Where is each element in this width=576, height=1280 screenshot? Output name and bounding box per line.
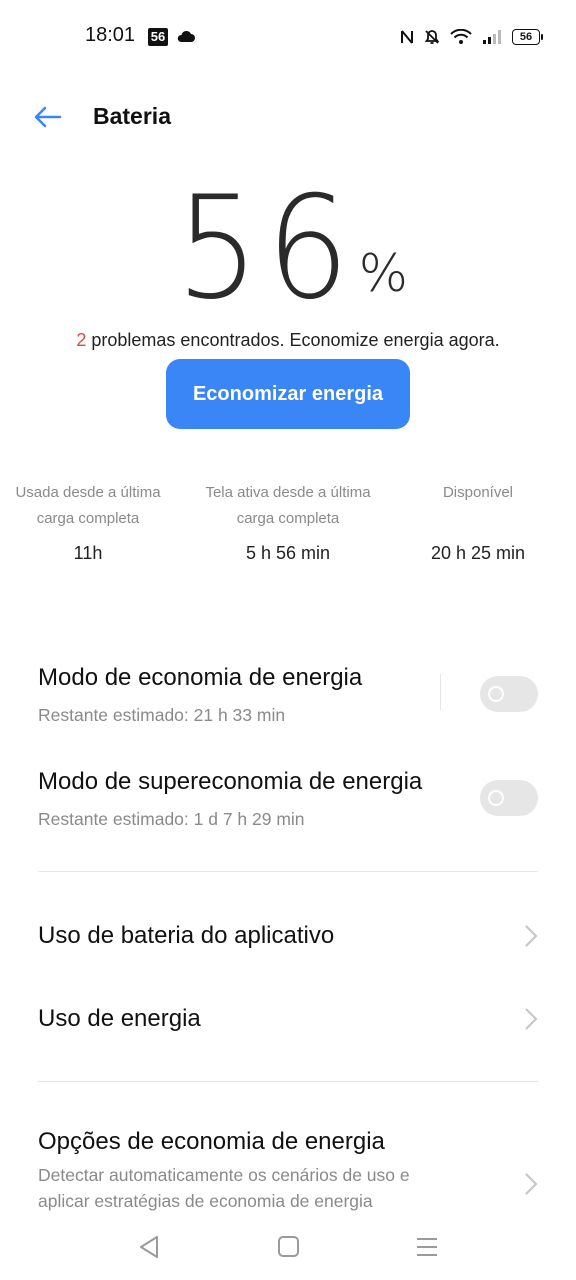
back-arrow-icon: [34, 106, 62, 128]
stat-used-since-charge: Usada desde a última carga completa 11h: [0, 480, 183, 563]
power-saving-options-row[interactable]: Opções de economia de energia Detectar a…: [38, 1128, 538, 1212]
back-nav-icon: [140, 1236, 158, 1258]
network-badge: 56: [148, 28, 168, 46]
home-nav-icon: [278, 1236, 299, 1257]
nfc-icon: [401, 30, 413, 44]
divider: [38, 1081, 538, 1082]
nav-recents-button[interactable]: [412, 1232, 442, 1262]
back-button[interactable]: [30, 100, 70, 136]
app-battery-usage-row[interactable]: Uso de bateria do aplicativo: [38, 922, 538, 954]
cloud-icon: [177, 30, 195, 42]
row-subtitle: Detectar automaticamente os cenários de …: [38, 1165, 410, 1211]
nav-home-button[interactable]: [274, 1232, 304, 1262]
power-saving-mode-row[interactable]: Modo de economia de energia Restante est…: [38, 664, 538, 730]
battery-icon: 56: [512, 29, 543, 45]
wifi-icon: [450, 29, 472, 44]
separator: [440, 674, 441, 710]
chevron-right-icon: [525, 1173, 538, 1195]
signal-icon: [483, 30, 501, 44]
stat-available: Disponível 20 h 25 min: [383, 480, 573, 563]
stat-value: 5 h 56 min: [245, 543, 331, 563]
toggle-knob: [488, 686, 504, 702]
stat-screen-on: Tela ativa desde a última carga completa…: [193, 480, 383, 563]
chevron-right-icon: [525, 1008, 538, 1030]
energy-usage-row[interactable]: Uso de energia: [38, 1005, 538, 1037]
status-bar: 18:01 56 56: [0, 0, 576, 72]
status-time: 18:01: [85, 24, 136, 46]
row-title: Uso de bateria do aplicativo: [38, 922, 335, 949]
stat-label: Usada desde a última carga completa: [15, 484, 161, 527]
row-title: Modo de supereconomia de energia: [38, 768, 423, 795]
problems-text: problemas encontrados. Economize energia…: [86, 330, 500, 350]
super-power-saving-mode-row[interactable]: Modo de supereconomia de energia Restant…: [38, 768, 538, 834]
battery-level-display: 56%: [0, 178, 576, 320]
stat-value: 11h: [73, 543, 103, 563]
problems-count: 2: [76, 330, 87, 350]
problems-message[interactable]: 2 problemas encontrados. Economize energ…: [0, 330, 576, 351]
stat-label: Disponível: [442, 484, 514, 501]
bell-muted-icon: [424, 30, 440, 44]
row-title: Uso de energia: [38, 1005, 201, 1032]
recents-nav-icon: [417, 1238, 437, 1256]
row-title: Modo de economia de energia: [38, 664, 363, 691]
divider: [38, 871, 538, 872]
save-energy-button[interactable]: Economizar energia: [166, 359, 410, 429]
super-power-saving-toggle[interactable]: [480, 780, 538, 816]
row-subtitle: Restante estimado: 1 d 7 h 29 min: [38, 809, 305, 829]
stat-value: 20 h 25 min: [430, 543, 526, 563]
chevron-right-icon: [525, 925, 538, 947]
toggle-knob: [488, 790, 504, 806]
row-subtitle: Restante estimado: 21 h 33 min: [38, 705, 286, 725]
navigation-bar: [0, 1212, 576, 1280]
battery-level-unit: %: [358, 244, 409, 304]
nav-back-button[interactable]: [135, 1232, 165, 1262]
page-title: Bateria: [93, 103, 171, 129]
row-title: Opções de economia de energia: [38, 1128, 385, 1155]
stat-label: Tela ativa desde a última carga completa: [205, 484, 371, 527]
power-saving-toggle[interactable]: [480, 676, 538, 712]
battery-level-number: 56: [175, 166, 357, 331]
